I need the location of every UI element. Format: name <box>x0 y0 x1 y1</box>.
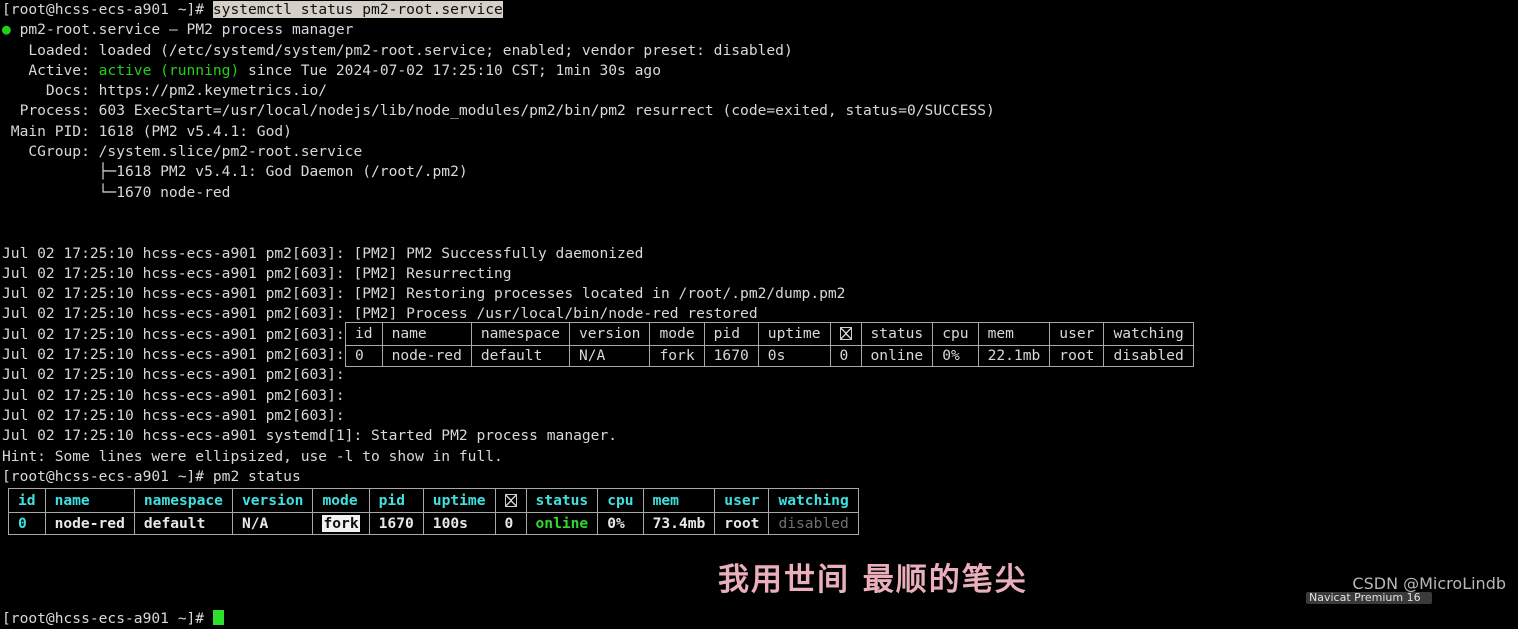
cgroup-child-2: └─1670 node-red <box>2 183 231 201</box>
th-name: name <box>381 322 472 346</box>
second-command-text: pm2 status <box>204 467 301 485</box>
table-header-row: id name namespace version mode pid uptim… <box>8 488 859 513</box>
th-uptime: uptime <box>757 322 831 346</box>
th-mem: mem <box>642 488 716 513</box>
shell-prompt-2: [root@hcss-ecs-a901 ~]# <box>2 467 205 485</box>
th-user: user <box>1049 322 1105 346</box>
th-namespace: namespace <box>133 488 233 513</box>
missing-glyph-icon <box>504 493 517 507</box>
cell-name: node-red <box>381 345 472 367</box>
th-pid: pid <box>368 488 424 513</box>
loaded-line: Loaded: loaded (/etc/systemd/system/pm2-… <box>2 41 793 59</box>
journal-line-1: Jul 02 17:25:10 hcss-ecs-a901 pm2[603]: … <box>2 264 512 282</box>
th-cpu: cpu <box>932 322 979 346</box>
th-mode: mode <box>649 322 705 346</box>
cell-mem: 22.1mb <box>977 345 1051 367</box>
th-status: status <box>860 322 934 346</box>
th-name: name <box>44 488 135 513</box>
command-line-1: [root@hcss-ecs-a901 ~]# systemctl status… <box>0 0 1518 20</box>
cell-version: N/A <box>568 345 651 367</box>
th-mem: mem <box>977 322 1051 346</box>
missing-glyph-icon <box>839 327 852 340</box>
cell-pid: 1670 <box>368 512 424 535</box>
active-label: Active: <box>2 61 99 79</box>
cell-id: 0 <box>345 345 383 367</box>
cell-version: N/A <box>231 512 314 535</box>
cell-id: 0 <box>8 512 46 535</box>
hint-line: Hint: Some lines were ellipsized, use -l… <box>2 447 503 465</box>
docs-line: Docs: https://pm2.keymetrics.io/ <box>2 82 328 100</box>
cell-watching: disabled <box>1103 345 1194 367</box>
selected-command-text[interactable]: systemctl status pm2-root.service <box>212 1 503 18</box>
taskbar-item-navicat[interactable]: Navicat Premium 16 <box>1306 592 1432 604</box>
active-state: active (running) <box>98 61 240 79</box>
table-header-row: id name namespace version mode pid uptim… <box>345 322 1194 346</box>
th-status: status <box>525 488 599 513</box>
shell-prompt-3: [root@hcss-ecs-a901 ~]# <box>2 609 205 627</box>
chinese-watermark: 我用世间 最顺的笔尖 <box>718 562 1028 598</box>
pm2-status-table: id name namespace version mode pid uptim… <box>8 488 859 535</box>
th-cpu: cpu <box>597 488 644 513</box>
th-pid: pid <box>703 322 759 346</box>
final-prompt-line: [root@hcss-ecs-a901 ~]# <box>0 609 1518 629</box>
cell-user: root <box>1049 345 1105 367</box>
th-version: version <box>231 488 314 513</box>
process-line: Process: 603 ExecStart=/usr/local/nodejs… <box>2 102 995 120</box>
th-version: version <box>568 322 651 346</box>
active-line: Active: active (running) since Tue 2024-… <box>0 61 1518 81</box>
journal-line-8: Jul 02 17:25:10 hcss-ecs-a901 pm2[603]: <box>2 406 345 424</box>
th-user: user <box>714 488 770 513</box>
systemd-started-line: Jul 02 17:25:10 hcss-ecs-a901 systemd[1]… <box>2 427 618 445</box>
cell-restarts: 0 <box>829 345 862 367</box>
journal-line-7: Jul 02 17:25:10 hcss-ecs-a901 pm2[603]: <box>2 386 345 404</box>
cell-uptime: 100s <box>422 512 496 535</box>
table-row: 0 node-red default N/A fork 1670 100s 0 … <box>8 512 859 535</box>
cell-namespace: default <box>470 345 570 367</box>
cell-mode-text: fork <box>322 514 360 532</box>
th-restart-icon <box>494 488 527 513</box>
cell-mode[interactable]: fork <box>312 512 370 535</box>
cell-watching: disabled <box>768 512 859 535</box>
service-title: pm2-root.service – PM2 process manager <box>19 21 354 39</box>
cgroup-line: CGroup: /system.slice/pm2-root.service <box>2 143 363 161</box>
th-namespace: namespace <box>470 322 570 346</box>
status-bullet-icon: ● <box>2 21 11 39</box>
th-watching: watching <box>768 488 859 513</box>
journal-line-2: Jul 02 17:25:10 hcss-ecs-a901 pm2[603]: … <box>2 285 846 303</box>
cell-name: node-red <box>44 512 135 535</box>
th-watching: watching <box>1103 322 1194 346</box>
cell-namespace: default <box>133 512 233 535</box>
th-restart-icon <box>829 322 862 346</box>
cell-uptime: 0s <box>757 345 831 367</box>
journal-line-0: Jul 02 17:25:10 hcss-ecs-a901 pm2[603]: … <box>2 244 644 262</box>
cell-restarts: 0 <box>494 512 527 535</box>
table-row: 0 node-red default N/A fork 1670 0s 0 on… <box>345 345 1194 367</box>
cell-pid: 1670 <box>703 345 759 367</box>
active-rest: since Tue 2024-07-02 17:25:10 CST; 1min … <box>239 61 661 79</box>
cgroup-child-1: ├─1618 PM2 v5.4.1: God Daemon (/root/.pm… <box>2 163 468 181</box>
th-id: id <box>345 322 383 346</box>
cell-mode: fork <box>649 345 705 367</box>
cell-cpu: 0% <box>932 345 979 367</box>
service-header-line: ● pm2-root.service – PM2 process manager <box>0 20 1518 40</box>
th-mode: mode <box>312 488 370 513</box>
text-cursor <box>212 609 224 625</box>
cell-cpu: 0% <box>597 512 644 535</box>
cell-mem: 73.4mb <box>642 512 716 535</box>
cell-user: root <box>714 512 770 535</box>
journal-line-6: Jul 02 17:25:10 hcss-ecs-a901 pm2[603]: <box>2 366 345 384</box>
main-pid-line: Main PID: 1618 (PM2 v5.4.1: God) <box>2 122 292 140</box>
cell-status: online <box>525 512 599 535</box>
command-line-2: [root@hcss-ecs-a901 ~]# pm2 status <box>0 467 1518 487</box>
th-uptime: uptime <box>422 488 496 513</box>
pm2-process-table-journal: id name namespace version mode pid uptim… <box>345 322 1194 367</box>
th-id: id <box>8 488 46 513</box>
cell-status: online <box>860 345 934 367</box>
shell-prompt: [root@hcss-ecs-a901 ~]# <box>2 1 205 18</box>
